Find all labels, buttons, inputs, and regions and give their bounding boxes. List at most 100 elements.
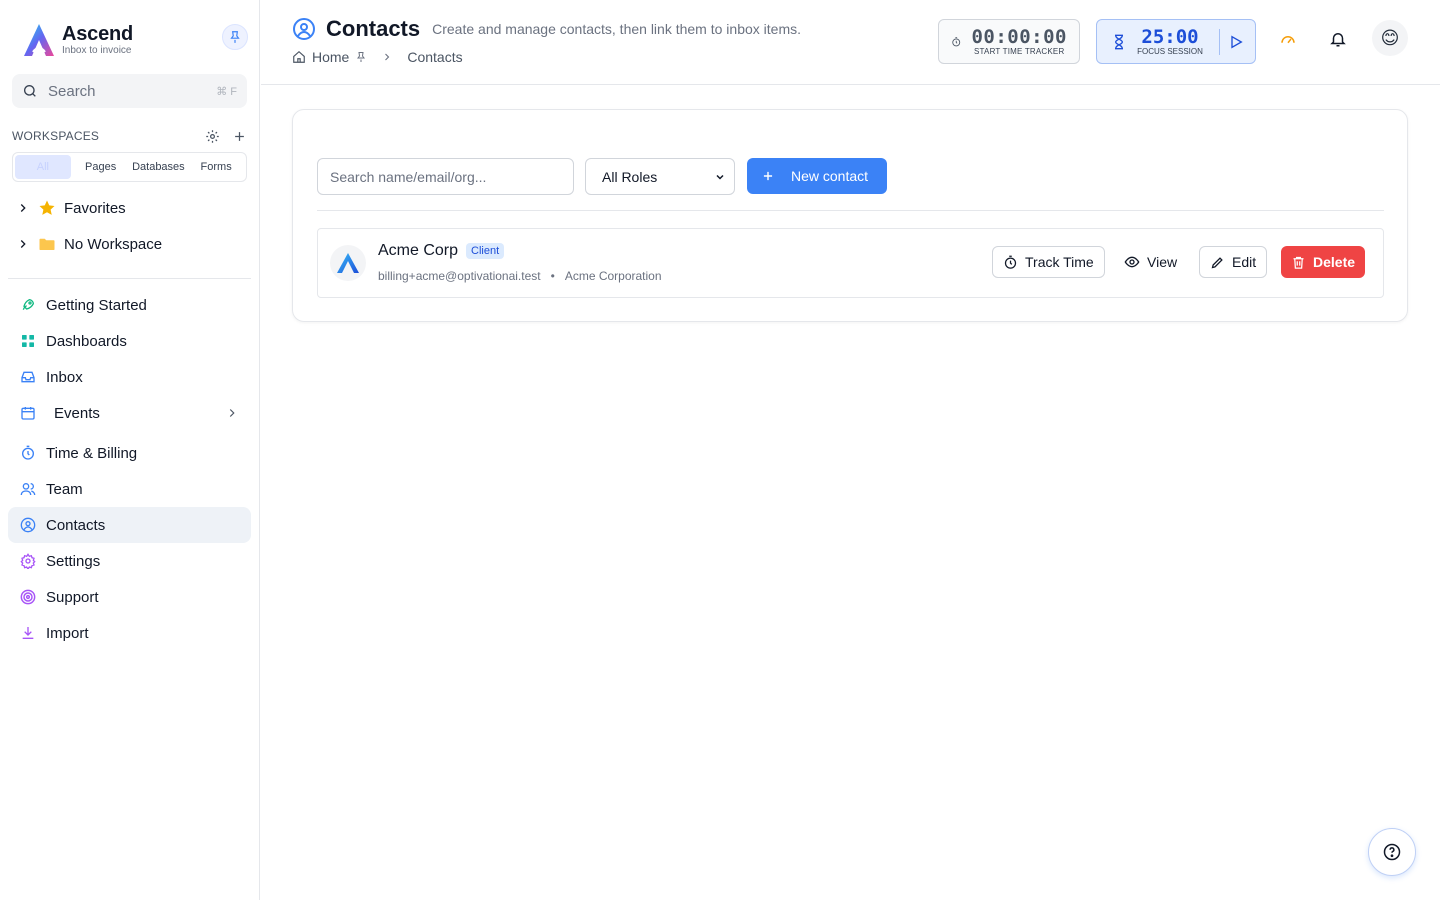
sidebar: Ascend Inbox to invoice Search ⌘ F WORKS… [0,0,260,900]
workspaces-title: WORKSPACES [12,129,100,143]
title-row: Contacts Create and manage contacts, the… [292,16,801,42]
nav-item-support[interactable]: Support [8,579,251,615]
pin-icon [230,31,240,43]
breadcrumb-current: Contacts [407,49,463,65]
chevron-right-icon [20,240,26,248]
contact-row[interactable]: Acme Corp Client billing+acme@optivation… [317,228,1384,298]
bell-icon [1330,33,1346,47]
nav-label: Support [46,588,99,606]
sidebar-divider [8,278,251,279]
user-avatar[interactable]: 😊 [1372,20,1408,56]
help-icon [1383,843,1401,861]
tab-databases[interactable]: Databases [131,155,187,179]
user-circle-icon [293,18,315,40]
chevron-right-icon [385,53,390,61]
timer-label: START TIME TRACKER [974,46,1065,56]
nav-item-inbox[interactable]: Inbox [8,359,251,395]
users-icon [20,483,36,496]
inbox-icon [21,371,35,383]
contact-name-line: Acme Corp Client [378,242,505,260]
view-button[interactable]: View [1114,246,1187,278]
contact-avatar [330,245,366,281]
new-contact-button[interactable]: New contact [747,158,887,194]
nav-label: Import [46,624,89,642]
pin-sidebar-button[interactable] [222,24,248,50]
tab-forms[interactable]: Forms [188,155,244,179]
nav-item-settings[interactable]: Settings [8,543,251,579]
brand-name: Ascend [62,23,134,45]
tree-item-no-workspace[interactable]: No Workspace [16,232,251,256]
user-circle-icon [20,517,36,533]
focus-label: FOCUS SESSION [1137,46,1203,56]
contact-name: Acme Corp [378,242,459,259]
chevron-right-icon[interactable] [225,406,239,420]
chevron-right-icon [20,204,26,212]
contact-search-input[interactable] [317,158,574,195]
play-icon[interactable] [1228,34,1244,50]
brand[interactable]: Ascend Inbox to invoice [22,22,133,58]
download-icon [22,627,34,639]
workspace-tree: Favorites No Workspace [16,196,251,268]
ascend-logo-icon [337,253,359,273]
help-button[interactable] [1368,828,1416,876]
track-time-button[interactable]: Track Time [992,246,1105,278]
star-icon [39,200,55,215]
tab-pages[interactable]: Pages [73,155,129,179]
breadcrumb-home[interactable]: Home [312,49,349,65]
page-title: Contacts [326,16,421,41]
sidebar-search[interactable]: Search ⌘ F [12,74,247,108]
plus-icon[interactable] [232,129,247,144]
start-time-tracker-button[interactable]: 00:00:00 START TIME TRACKER [938,19,1080,64]
delete-button[interactable]: Delete [1281,246,1366,278]
new-contact-label: New contact [791,168,869,184]
focus-value: 25:00 [1141,25,1199,48]
nav-item-time-billing[interactable]: Time & Billing [8,435,251,471]
nav-item-import[interactable]: Import [8,615,251,651]
eye-icon [1124,256,1140,268]
page-header: Contacts Create and manage contacts, the… [261,0,1440,85]
role-select-value: All Roles [602,168,658,185]
timer-value: 00:00:00 [971,25,1067,48]
nav-label: Dashboards [46,332,127,350]
workspaces-header: WORKSPACES [12,127,247,145]
meta-separator: • [550,269,555,283]
search-label: Search [48,82,96,100]
speed-gauge-button[interactable] [1275,26,1301,52]
track-time-label: Track Time [1025,254,1094,270]
gear-icon[interactable] [205,129,220,144]
tree-item-label: No Workspace [64,235,163,253]
contact-email: billing+acme@optivationai.test [378,269,541,283]
brand-tagline: Inbox to invoice [62,45,132,56]
stopwatch-icon [1004,255,1017,269]
search-icon [24,85,36,97]
contact-organization: Acme Corporation [564,269,662,283]
focus-session[interactable]: 25:00 FOCUS SESSION [1096,19,1256,64]
nav-label: Settings [46,552,101,570]
nav-label: Time & Billing [46,444,138,462]
nav-item-contacts[interactable]: Contacts [8,507,251,543]
nav-label: Events [54,404,100,422]
nav-item-events[interactable]: Events [8,395,251,431]
notifications-button[interactable] [1325,26,1351,52]
role-select[interactable]: All Roles [585,158,735,195]
tree-item-favorites[interactable]: Favorites [16,196,251,220]
nav-item-team[interactable]: Team [8,471,251,507]
grid-icon [22,335,34,347]
gear-icon [20,553,36,569]
tab-all[interactable]: All [15,155,71,179]
ascend-logo-icon [24,24,54,56]
chevron-down-icon [716,174,724,180]
nav-item-dashboards[interactable]: Dashboards [8,323,251,359]
pin-icon[interactable] [355,51,367,63]
edit-label: Edit [1232,254,1257,270]
pencil-icon [1211,256,1223,268]
edit-button[interactable]: Edit [1199,246,1268,278]
plus-icon [763,171,773,181]
breadcrumb: Home Contacts [292,49,463,65]
tree-item-label: Favorites [64,199,126,217]
delete-label: Delete [1313,254,1356,270]
contact-meta: billing+acme@optivationai.test • Acme Co… [378,269,662,283]
nav-label: Team [46,480,83,498]
calendar-icon [21,407,35,420]
nav-item-getting-started[interactable]: Getting Started [8,287,251,323]
